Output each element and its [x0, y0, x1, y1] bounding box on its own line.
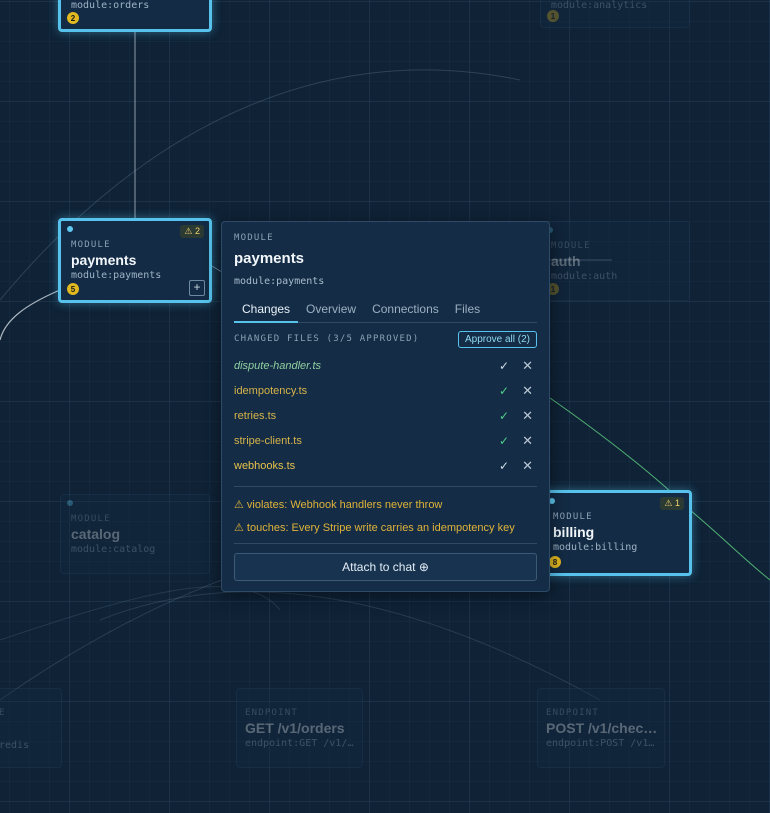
- reject-x-icon[interactable]: ✕: [522, 433, 533, 449]
- file-row: webhooks.ts ✓ ✕: [234, 457, 537, 482]
- change-count-badge: 1: [547, 10, 559, 22]
- node-kind: E: [0, 708, 6, 718]
- node-module-id: module:auth: [551, 271, 618, 282]
- expand-plus-icon[interactable]: +: [189, 280, 205, 296]
- edge-faint-4: [0, 586, 281, 641]
- node-kind: MODULE: [71, 514, 111, 524]
- reject-x-icon[interactable]: ✕: [522, 383, 533, 399]
- popup-kind: MODULE: [234, 233, 274, 243]
- node-title: payments: [71, 252, 137, 268]
- node-title: POST /v1/chec…: [546, 720, 658, 736]
- node-kind: MODULE: [71, 240, 111, 250]
- node-title: billing: [553, 524, 595, 540]
- node-kind: MODULE: [551, 241, 591, 251]
- approved-check-icon[interactable]: ✓: [499, 434, 509, 448]
- approve-all-button[interactable]: Approve all (2): [457, 331, 537, 348]
- status-dot: [67, 500, 73, 506]
- approve-check-icon[interactable]: ✓: [499, 459, 509, 473]
- reject-x-icon[interactable]: ✕: [522, 458, 533, 474]
- file-name[interactable]: retries.ts: [234, 410, 276, 422]
- file-row: idempotency.ts ✓ ✕: [234, 382, 537, 407]
- file-name[interactable]: dispute-handler.ts: [234, 360, 321, 372]
- node-module-id: module:analytics: [551, 0, 648, 11]
- status-dot: [67, 226, 73, 232]
- violation-warning: ⚠ violates: Webhook handlers never throw: [234, 499, 443, 511]
- approve-check-icon[interactable]: ✓: [499, 359, 509, 373]
- file-name[interactable]: stripe-client.ts: [234, 435, 302, 447]
- popup-title: payments: [234, 250, 305, 267]
- changed-files-list: dispute-handler.ts ✓ ✕ idempotency.ts ✓ …: [234, 357, 537, 482]
- node-get-orders[interactable]: ENDPOINT GET /v1/orders endpoint:GET /v1…: [236, 688, 363, 768]
- approved-check-icon[interactable]: ✓: [499, 384, 509, 398]
- file-name[interactable]: webhooks.ts: [234, 460, 295, 472]
- attach-to-chat-button[interactable]: Attach to chat ⊕: [234, 553, 537, 581]
- file-row: dispute-handler.ts ✓ ✕: [234, 357, 537, 382]
- node-kind: MODULE: [553, 512, 593, 522]
- tab-connections[interactable]: Connections: [364, 300, 447, 322]
- change-count-badge: 8: [549, 556, 561, 568]
- tab-changes[interactable]: Changes: [234, 300, 299, 323]
- node-auth[interactable]: MODULE auth module:auth 1: [540, 221, 690, 301]
- node-title: GET /v1/orders: [245, 720, 345, 736]
- changed-files-header: CHANGED FILES (3/5 APPROVED): [234, 334, 420, 344]
- node-post-checkout[interactable]: ENDPOINT POST /v1/chec… endpoint:POST /v…: [537, 688, 665, 768]
- node-kind: ENDPOINT: [245, 708, 298, 718]
- divider: [234, 543, 537, 544]
- node-module-id: module:billing: [553, 542, 638, 553]
- node-title: catalog: [71, 526, 121, 542]
- change-count-badge: 2: [67, 12, 79, 24]
- file-row: retries.ts ✓ ✕: [234, 407, 537, 432]
- node-analytics[interactable]: module:analytics 1: [540, 0, 690, 28]
- node-module-id: redis: [0, 740, 30, 751]
- warning-badge: ⚠ 1: [660, 497, 684, 510]
- edge-billing-out: [689, 509, 770, 581]
- node-module-id: endpoint:GET /v1/…: [245, 738, 354, 749]
- edge-faint-3: [99, 591, 601, 701]
- node-module-id: module:orders: [71, 0, 150, 11]
- node-module-id: module:payments: [71, 270, 162, 281]
- tab-files[interactable]: Files: [447, 300, 488, 322]
- approved-check-icon[interactable]: ✓: [499, 409, 509, 423]
- node-module-id: module:catalog: [71, 544, 156, 555]
- reject-x-icon[interactable]: ✕: [522, 408, 533, 424]
- file-name[interactable]: idempotency.ts: [234, 385, 307, 397]
- node-orders[interactable]: module:orders 2: [58, 0, 212, 32]
- node-payments[interactable]: ⚠ 2 MODULE payments module:payments 5 +: [58, 218, 212, 303]
- touch-warning: ⚠ touches: Every Stripe write carries an…: [234, 522, 515, 534]
- node-catalog[interactable]: MODULE catalog module:catalog: [60, 494, 210, 574]
- warning-badge: ⚠ 2: [180, 225, 204, 238]
- edge-payments-left: [0, 289, 61, 341]
- popup-tabs: Changes Overview Connections Files: [234, 300, 537, 323]
- tab-overview[interactable]: Overview: [298, 300, 364, 322]
- node-module-id: endpoint:POST /v1…: [546, 738, 655, 749]
- node-title: auth: [551, 253, 581, 269]
- file-row: stripe-client.ts ✓ ✕: [234, 432, 537, 457]
- change-count-badge: 5: [67, 283, 79, 295]
- node-billing[interactable]: ⚠ 1 MODULE billing module:billing 8: [540, 490, 692, 576]
- module-detail-popup: MODULE payments module:payments Changes …: [221, 221, 550, 592]
- popup-module-id: module:payments: [234, 276, 325, 287]
- divider: [234, 486, 537, 487]
- reject-x-icon[interactable]: ✕: [522, 358, 533, 374]
- node-redis[interactable]: E redis: [0, 688, 62, 768]
- node-kind: ENDPOINT: [546, 708, 599, 718]
